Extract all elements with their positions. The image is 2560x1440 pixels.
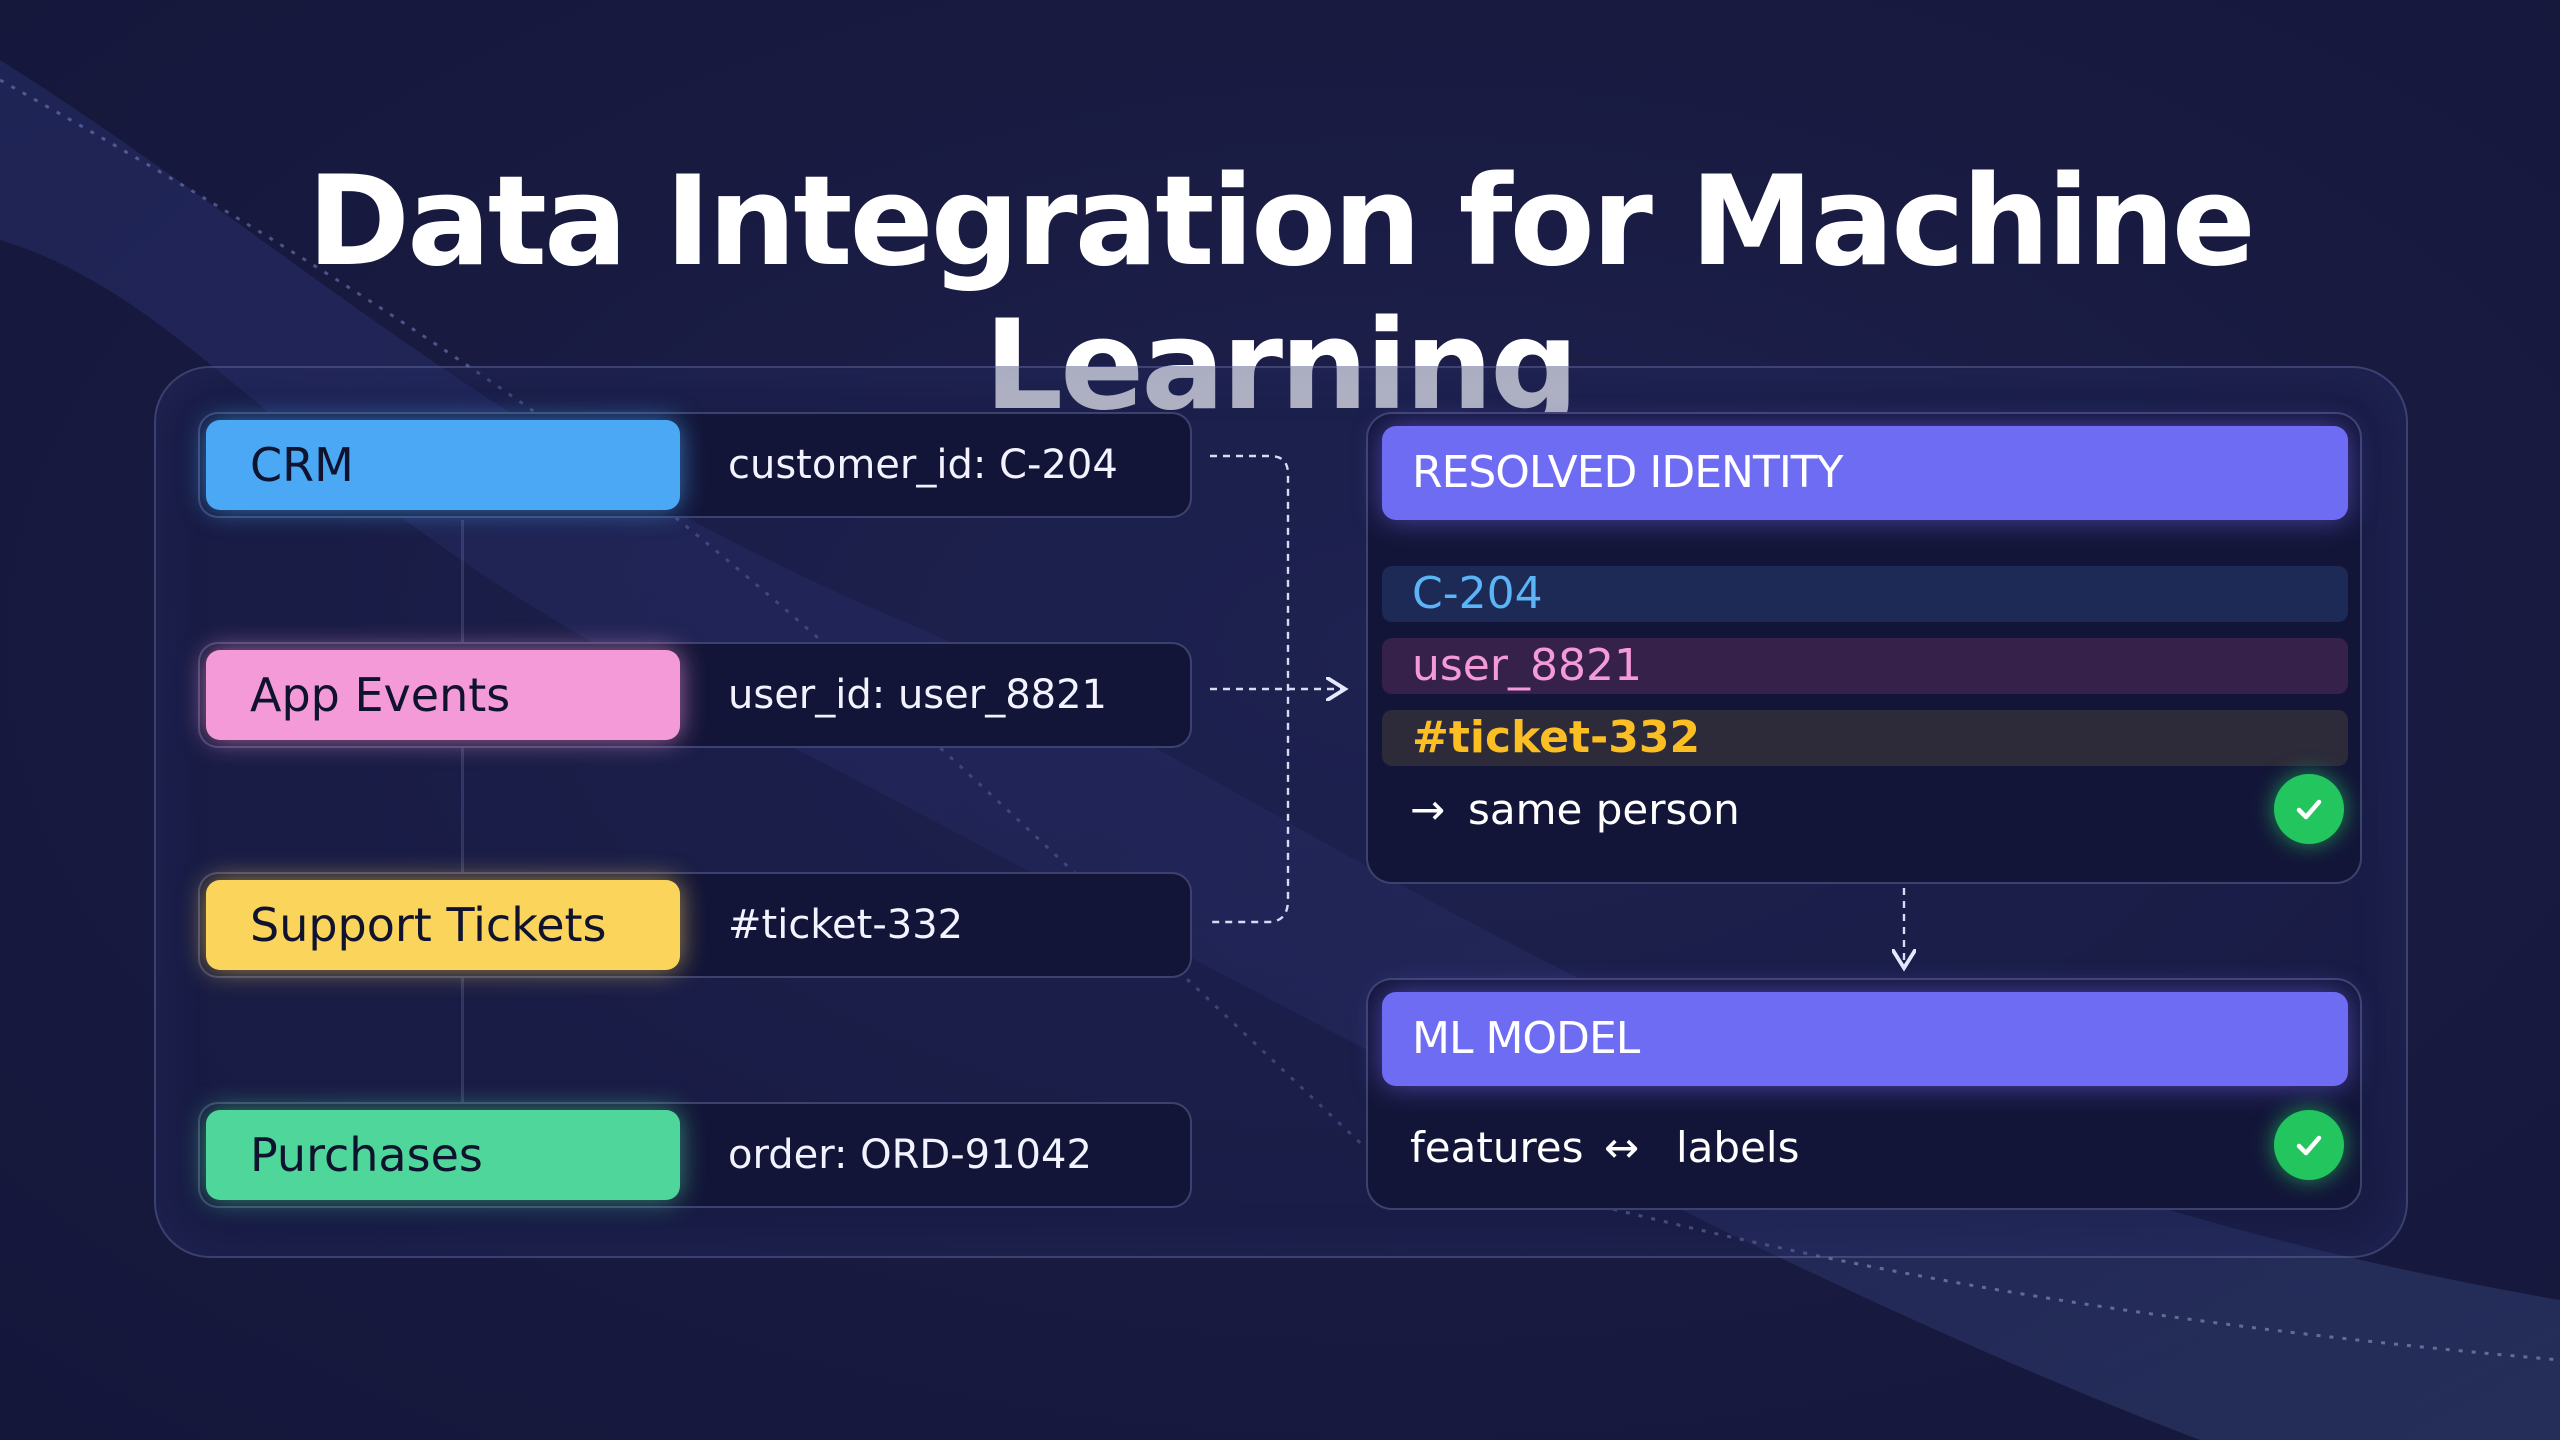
source-row-support-tickets: Support Tickets #ticket-332 bbox=[198, 872, 1192, 978]
source-label-purchases: Purchases bbox=[206, 1110, 680, 1200]
bidirectional-arrow-icon: ↔ bbox=[1604, 1123, 1640, 1172]
resolution-result: same person bbox=[1468, 785, 1740, 834]
resolved-id-crm: C-204 bbox=[1382, 566, 2348, 622]
check-icon bbox=[2274, 1110, 2344, 1180]
result-arrow-icon: → bbox=[1410, 785, 1446, 834]
source-id-purchases: order: ORD-91042 bbox=[728, 1132, 1092, 1178]
source-id-crm: customer_id: C-204 bbox=[728, 442, 1118, 488]
source-label-support-tickets: Support Tickets bbox=[206, 880, 680, 970]
source-id-support-tickets: #ticket-332 bbox=[728, 902, 964, 948]
source-row-purchases: Purchases order: ORD-91042 bbox=[198, 1102, 1192, 1208]
resolved-identity-card: RESOLVED IDENTITY C-204 user_8821 #ticke… bbox=[1366, 412, 2362, 884]
source-label-app-events: App Events bbox=[206, 650, 680, 740]
source-label-crm: CRM bbox=[206, 420, 680, 510]
model-features: features bbox=[1410, 1123, 1584, 1172]
check-icon bbox=[2274, 774, 2344, 844]
model-labels: labels bbox=[1676, 1123, 1800, 1172]
resolved-identity-header: RESOLVED IDENTITY bbox=[1382, 426, 2348, 520]
ml-model-header: ML MODEL bbox=[1382, 992, 2348, 1086]
source-row-app-events: App Events user_id: user_8821 bbox=[198, 642, 1192, 748]
source-spine bbox=[461, 520, 464, 1120]
ml-model-card: ML MODEL features ↔ labels bbox=[1366, 978, 2362, 1210]
source-row-crm: CRM customer_id: C-204 bbox=[198, 412, 1192, 518]
resolved-id-ticket: #ticket-332 bbox=[1382, 710, 2348, 766]
source-id-app-events: user_id: user_8821 bbox=[728, 672, 1107, 718]
resolved-id-app-events: user_8821 bbox=[1382, 638, 2348, 694]
